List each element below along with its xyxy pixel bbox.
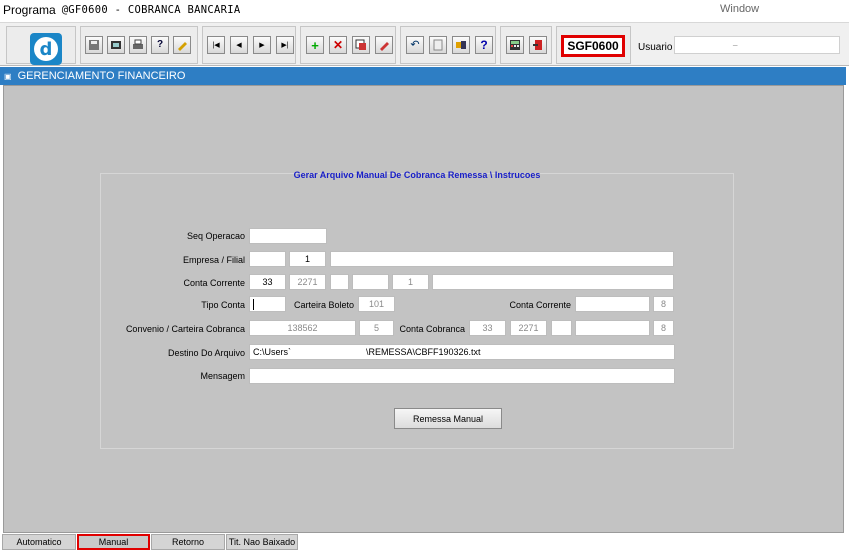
section-title: GERENCIAMENTO FINANCEIRO: [17, 70, 186, 82]
cob-dig-field: [551, 320, 572, 336]
app-logo-icon: d: [30, 33, 62, 65]
empresa-field[interactable]: [249, 251, 286, 267]
tab-tit-nao-baixado[interactable]: Tit. Nao Baixado: [226, 534, 298, 550]
duplicate-record-icon[interactable]: [352, 36, 370, 54]
tab-bar: Automatico Manual Retorno Tit. Nao Baixa…: [0, 533, 849, 552]
convenio-label: Convenio / Carteira Cobranca: [125, 324, 245, 334]
exit-icon[interactable]: [529, 36, 547, 54]
destino-field[interactable]: C:\Users` \REMESSA\CBFF190326.txt: [249, 344, 675, 360]
toolbar-group-nav: |◀ ◀ ▶ ▶|: [202, 26, 296, 64]
cob-dig2-field: 8: [653, 320, 674, 336]
toolbar-group-tools: ↶ ?: [400, 26, 496, 64]
form-code-badge: SGF0600: [561, 35, 625, 57]
edit-icon[interactable]: [173, 36, 191, 54]
toolbar-group-file: ?: [80, 26, 198, 64]
conta-cobranca-label: Conta Cobranca: [399, 324, 465, 334]
help-query-icon[interactable]: ?: [151, 36, 169, 54]
tipo-conta-label: Tipo Conta: [201, 300, 245, 310]
conta-corrente-label: Conta Corrente: [183, 278, 245, 288]
clipboard-icon[interactable]: [429, 36, 447, 54]
destino-label: Destino Do Arquivo: [167, 348, 245, 358]
tab-retorno[interactable]: Retorno: [151, 534, 225, 550]
mensagem-label: Mensagem: [200, 371, 245, 381]
empresa-nome-field: [330, 251, 674, 267]
empresa-filial-label: Empresa / Filial: [182, 255, 245, 265]
tab-manual[interactable]: Manual: [77, 534, 150, 550]
logo-group: d: [6, 26, 76, 65]
previous-record-icon[interactable]: ◀: [230, 36, 248, 54]
cc2-conta-field: [575, 296, 650, 312]
export-icon[interactable]: [452, 36, 470, 54]
destino-path-start: C:\Users`: [253, 347, 291, 357]
menu-window[interactable]: Window: [720, 3, 759, 15]
remessa-manual-button[interactable]: Remessa Manual: [394, 408, 502, 429]
toolbar-group-misc: [500, 26, 552, 64]
seq-operacao-field[interactable]: [249, 228, 327, 244]
toolbar: d ? |◀ ◀ ▶ ▶| + ✕ ↶ ? SGF0600 Usuario _: [0, 22, 849, 66]
cc-banco-field[interactable]: 33: [249, 274, 286, 290]
edit-record-icon[interactable]: [375, 36, 393, 54]
save-icon[interactable]: [85, 36, 103, 54]
conta-corrente-2-label: Conta Corrente: [509, 300, 571, 310]
insert-record-icon[interactable]: +: [306, 36, 324, 54]
delete-record-icon[interactable]: ✕: [329, 36, 347, 54]
cc-dig2-field: 1: [392, 274, 429, 290]
program-title: @GF0600 - COBRANCA BANCARIA: [61, 4, 241, 16]
cc-dig-field: [330, 274, 349, 290]
window-titlebar: Programa @GF0600 - COBRANCA BANCARIA Win…: [0, 0, 849, 20]
print-icon[interactable]: [129, 36, 147, 54]
cc-conta-field: [352, 274, 389, 290]
user-field: _: [674, 36, 840, 54]
program-label: Programa: [3, 3, 56, 17]
carteira-boleto-label: Carteira Boleto: [293, 300, 354, 310]
undo-icon[interactable]: ↶: [406, 36, 424, 54]
cob-agencia-field: 2271: [510, 320, 547, 336]
help-icon[interactable]: ?: [475, 36, 493, 54]
destino-path-end: \REMESSA\CBFF190326.txt: [366, 347, 481, 357]
form-title: Gerar Arquivo Manual De Cobranca Remessa…: [293, 170, 541, 180]
seq-operacao-label: Seq Operacao: [186, 231, 245, 241]
first-record-icon[interactable]: |◀: [207, 36, 225, 54]
calculator-icon[interactable]: [506, 36, 524, 54]
cc2-dig-field: 8: [653, 296, 674, 312]
tipo-conta-field[interactable]: [249, 296, 286, 312]
window-icon: ▣: [4, 71, 12, 81]
convenio-field: 138562: [249, 320, 356, 336]
cc-agencia-field: 2271: [289, 274, 326, 290]
print-preview-icon[interactable]: [107, 36, 125, 54]
cob-banco-field: 33: [469, 320, 506, 336]
toolbar-group-records: + ✕: [300, 26, 396, 64]
mensagem-field[interactable]: [249, 368, 675, 384]
tab-automatico[interactable]: Automatico: [2, 534, 76, 550]
carteira-field: 5: [359, 320, 394, 336]
cob-conta-field: [575, 320, 650, 336]
filial-field[interactable]: 1: [289, 251, 326, 267]
user-label: Usuario: [638, 42, 673, 53]
section-header: ▣ GERENCIAMENTO FINANCEIRO: [0, 67, 846, 85]
last-record-icon[interactable]: ▶|: [276, 36, 294, 54]
cc-nome-field: [432, 274, 674, 290]
carteira-boleto-field: 101: [358, 296, 395, 312]
next-record-icon[interactable]: ▶: [253, 36, 271, 54]
